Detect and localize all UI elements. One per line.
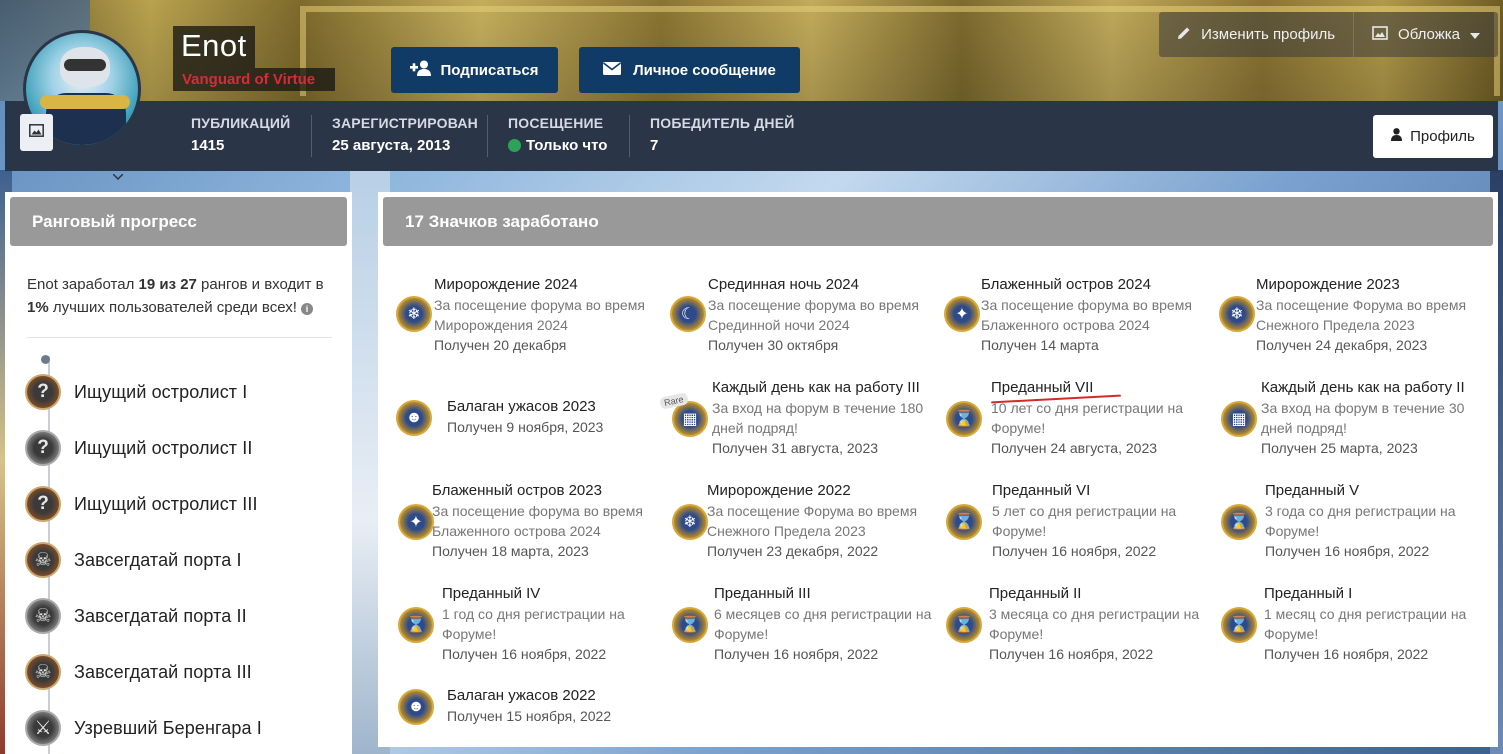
- rank-item: ☠ Завсегдатай порта III: [25, 652, 252, 692]
- swords-rank-icon: ⚔: [25, 710, 61, 746]
- private-message-button[interactable]: Личное сообщение: [579, 47, 800, 93]
- badge-item[interactable]: ❄ Миророждение 2022 За посещение Форума …: [670, 482, 940, 561]
- badge-item[interactable]: ⌛ Преданный V 3 года со дня регистрации …: [1219, 482, 1489, 561]
- badge-item[interactable]: ▦ Каждый день как на работу II За вход н…: [1219, 379, 1489, 458]
- badge-item[interactable]: ✦ Блаженный остров 2023 За посещение фор…: [396, 482, 666, 561]
- cover-photo-button[interactable]: Обложка: [1354, 12, 1498, 57]
- rank-item: ? Ищущий остролист III: [25, 484, 258, 524]
- hourglass-badge-icon: ⌛: [398, 607, 434, 643]
- badge-item[interactable]: ☾ Срединная ночь 2024 За посещение форум…: [670, 276, 940, 355]
- rank-item: ⚔ Узревший Беренгара I: [25, 708, 262, 748]
- calendar-badge-icon: ▦: [672, 401, 708, 437]
- island-badge-icon: ✦: [944, 296, 980, 332]
- hourglass-badge-icon: ⌛: [1221, 504, 1257, 540]
- edit-profile-label: Изменить профиль: [1201, 26, 1336, 43]
- message-label: Личное сообщение: [633, 61, 776, 79]
- rank-item: ? Ищущий остролист II: [25, 428, 252, 468]
- user-name-block: Enot Vanguard of Virtue: [173, 26, 335, 91]
- stat-registered: ЗАРЕГИСТРИРОВАН 25 августа, 2013: [332, 115, 478, 154]
- pencil-icon: [1177, 26, 1191, 44]
- badges-title: 17 Значков заработано: [383, 197, 1493, 246]
- question-rank-icon: ?: [25, 430, 61, 466]
- moon-badge-icon: ☾: [670, 296, 706, 332]
- envelope-icon: [603, 61, 622, 79]
- follow-button[interactable]: Подписаться: [391, 47, 558, 93]
- hourglass-badge-icon: ⌛: [946, 607, 982, 643]
- rank-summary: Enot заработал 19 из 27 рангов и входит …: [27, 276, 324, 316]
- island-badge-icon: ✦: [398, 504, 434, 540]
- badge-item[interactable]: ⌛ Преданный I 1 месяц со дня регистрации…: [1219, 585, 1489, 664]
- hourglass-badge-icon: ⌛: [946, 504, 982, 540]
- online-status-icon: [508, 139, 521, 152]
- badge-item[interactable]: ❄ Миророждение 2024 За посещение форума …: [396, 276, 666, 355]
- skull-rank-icon: ☠: [25, 598, 61, 634]
- badge-item[interactable]: ⌛ Преданный VII 10 лет со дня регистраци…: [944, 379, 1214, 458]
- hourglass-badge-icon: ⌛: [672, 607, 708, 643]
- timeline-start-dot: [41, 355, 50, 364]
- caret-down-icon: [1470, 26, 1480, 43]
- stat-day-winner: ПОБЕДИТЕЛЬ ДНЕЙ 7: [650, 115, 795, 154]
- hourglass-badge-icon: ⌛: [946, 401, 982, 437]
- rank-item: ? Ищущий остролист I: [25, 372, 247, 412]
- badge-item[interactable]: ▦ Rare Каждый день как на работу III За …: [659, 379, 940, 458]
- user-name: Enot: [173, 26, 255, 68]
- snowflake-badge-icon: ❄: [672, 504, 708, 540]
- skull-rank-icon: ☠: [25, 542, 61, 578]
- cover-actions: Изменить профиль Обложка: [1159, 12, 1498, 57]
- profile-stats-bar: ПУБЛИКАЦИЙ 1415 ЗАРЕГИСТРИРОВАН 25 авгус…: [5, 101, 1498, 171]
- chevron-down-icon: [112, 172, 124, 181]
- divider: [27, 337, 332, 338]
- cover-label: Обложка: [1398, 26, 1460, 43]
- badge-item[interactable]: ⌛ Преданный II 3 месяца со дня регистрац…: [944, 585, 1214, 664]
- calendar-badge-icon: ▦: [1221, 401, 1257, 437]
- edit-profile-button[interactable]: Изменить профиль: [1159, 12, 1355, 57]
- badge-item[interactable]: ✦ Блаженный остров 2024 За посещение фор…: [944, 276, 1214, 355]
- badge-item[interactable]: ⌛ Преданный III 6 месяцев со дня регистр…: [670, 585, 940, 664]
- skull-rank-icon: ☠: [25, 654, 61, 690]
- profile-label: Профиль: [1410, 128, 1475, 145]
- follow-label: Подписаться: [440, 61, 539, 79]
- snowflake-badge-icon: ❄: [396, 296, 432, 332]
- user-icon: [1391, 128, 1403, 145]
- mask-badge-icon: ☻: [396, 400, 432, 436]
- image-icon: [29, 123, 44, 142]
- user-title: Vanguard of Virtue: [173, 68, 335, 91]
- badges-panel: 17 Значков заработано ❄ Миророждение 202…: [378, 192, 1498, 747]
- hourglass-badge-icon: ⌛: [1221, 607, 1257, 643]
- rank-progress-title: Ранговый прогресс: [10, 197, 347, 246]
- rank-item: ☠ Завсегдатай порта I: [25, 540, 242, 580]
- stat-posts: ПУБЛИКАЦИЙ 1415: [191, 115, 291, 154]
- badge-item[interactable]: ⌛ Преданный VI 5 лет со дня регистрации …: [944, 482, 1214, 561]
- rank-progress-panel: Ранговый прогресс Enot заработал 19 из 2…: [5, 192, 352, 754]
- snowflake-badge-icon: ❄: [1219, 296, 1255, 332]
- question-rank-icon: ?: [25, 486, 61, 522]
- info-icon[interactable]: i: [301, 303, 314, 315]
- rank-item: ☠ Завсегдатай порта II: [25, 596, 247, 636]
- badge-item[interactable]: ☻ Балаган ужасов 2022 Получен 15 ноября,…: [396, 687, 666, 726]
- profile-button[interactable]: Профиль: [1373, 115, 1493, 158]
- change-avatar-button[interactable]: [20, 114, 53, 151]
- question-rank-icon: ?: [25, 374, 61, 410]
- badge-item[interactable]: ⌛ Преданный IV 1 год со дня регистрации …: [396, 585, 666, 664]
- mask-badge-icon: ☻: [398, 689, 434, 725]
- badge-item[interactable]: ❄ Миророждение 2023 За посещение Форума …: [1219, 276, 1489, 355]
- badge-item[interactable]: ☻ Балаган ужасов 2023 Получен 9 ноября, …: [396, 398, 666, 437]
- image-icon: [1372, 25, 1388, 44]
- user-plus-icon: [410, 60, 432, 80]
- stat-last-visit: ПОСЕЩЕНИЕ Только что: [508, 115, 608, 154]
